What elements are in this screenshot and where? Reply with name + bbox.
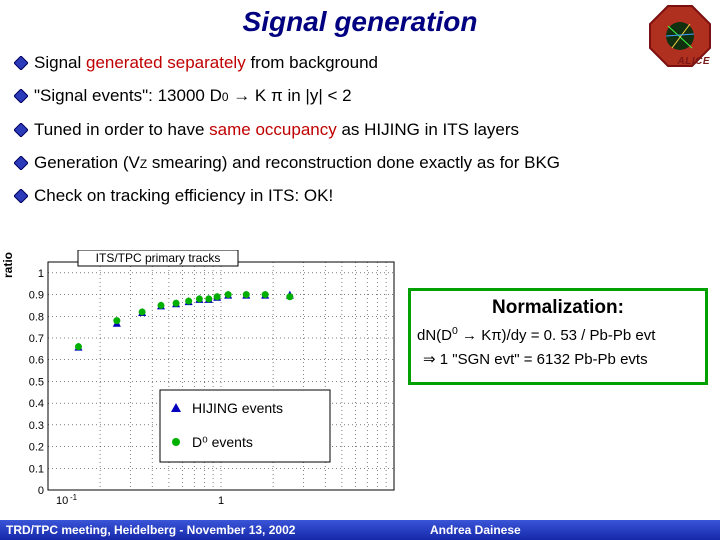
svg-text:0.4: 0.4 [29, 398, 44, 410]
bullet-item: Generation (VZ smearing) and reconstruct… [14, 152, 704, 173]
bullet-list: Signal generated separately from backgro… [14, 52, 704, 218]
bullet-icon [14, 189, 28, 203]
svg-text:ITS/TPC primary tracks: ITS/TPC primary tracks [96, 251, 221, 265]
svg-text:ratio: ratio [1, 252, 15, 278]
bullet-text: Tuned in order to have same occupancy as… [34, 119, 519, 140]
bullet-icon [14, 156, 28, 170]
bullet-text: Generation (VZ smearing) and reconstruct… [34, 152, 560, 173]
svg-text:0.5: 0.5 [29, 376, 44, 388]
svg-text:0.8: 0.8 [29, 311, 44, 323]
bullet-text: Signal generated separately from backgro… [34, 52, 378, 73]
svg-text:1: 1 [38, 268, 44, 280]
normalization-box: Normalization: dN(D0 → Kπ)/dy = 0. 53 / … [408, 288, 708, 385]
bullet-text: "Signal events": 13000 D0 → K π in |y| <… [34, 85, 352, 106]
svg-text:0.2: 0.2 [29, 442, 44, 454]
bullet-item: Check on tracking efficiency in ITS: OK! [14, 185, 704, 206]
normalization-line: dN(D0 → Kπ)/dy = 0. 53 / Pb-Pb evt [417, 325, 699, 344]
efficiency-chart: 0 0.1 0.2 0.3 0.4 0.5 0.6 0.7 0.8 0.9 1 1 10-1 ratio I… [0, 250, 400, 510]
bullet-icon [14, 123, 28, 137]
svg-text:1: 1 [218, 495, 224, 507]
svg-text:HIJING events: HIJING events [192, 400, 283, 416]
footer-bar: TRD/TPC meeting, Heidelberg - November 1… [0, 520, 720, 540]
svg-text:0: 0 [38, 485, 44, 497]
svg-text:-1: -1 [70, 493, 78, 502]
normalization-line: ⇒ 1 "SGN evt" = 6132 Pb-Pb evts [417, 350, 699, 368]
svg-text:0.9: 0.9 [29, 290, 44, 302]
svg-text:10: 10 [56, 495, 68, 507]
footer-left: TRD/TPC meeting, Heidelberg - November 1… [0, 523, 295, 537]
bullet-icon [14, 89, 28, 103]
footer-right: Andrea Dainese [430, 523, 521, 537]
svg-text:0.7: 0.7 [29, 333, 44, 345]
bullet-icon [14, 56, 28, 70]
normalization-heading: Normalization: [417, 297, 699, 319]
bullet-item: Signal generated separately from backgro… [14, 52, 704, 73]
svg-text:0.3: 0.3 [29, 420, 44, 432]
bullet-text: Check on tracking efficiency in ITS: OK! [34, 185, 333, 206]
slide-title: Signal generation [0, 0, 720, 38]
bullet-item: Tuned in order to have same occupancy as… [14, 119, 704, 140]
svg-text:0.6: 0.6 [29, 355, 44, 367]
slide: Signal generation ALICE Signal generated… [0, 0, 720, 540]
svg-text:D⁰ events: D⁰ events [192, 434, 253, 450]
svg-text:0.1: 0.1 [29, 463, 44, 475]
bullet-item: "Signal events": 13000 D0 → K π in |y| <… [14, 85, 704, 106]
